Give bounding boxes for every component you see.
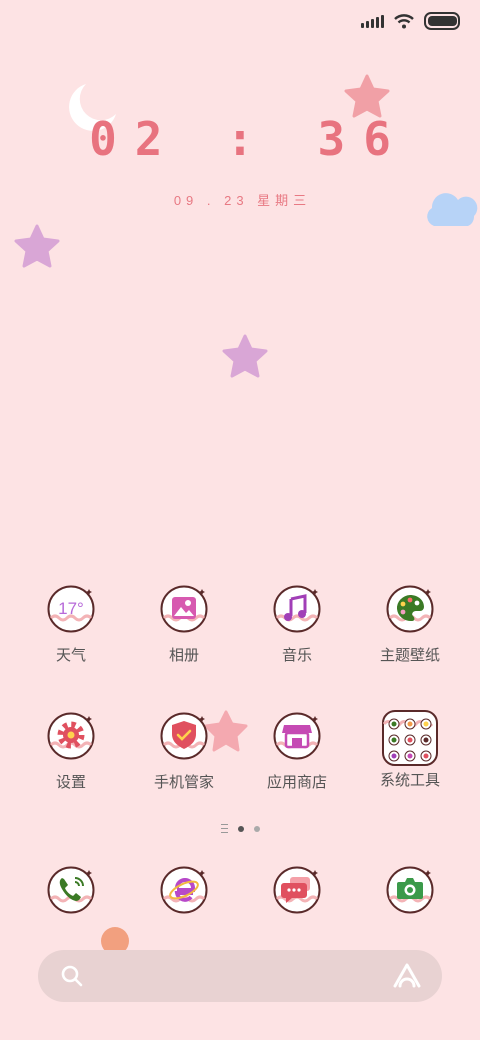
folder-icon — [382, 710, 438, 766]
clock-date: 09 . 23 星期三 — [173, 193, 312, 208]
app-label: 系统工具 — [379, 772, 440, 789]
gallery-icon — [160, 585, 208, 633]
app-drawer-icon[interactable] — [220, 824, 228, 833]
app-label: 主题壁纸 — [379, 647, 440, 664]
battery-icon — [424, 12, 460, 30]
app-settings[interactable]: 设置 — [21, 712, 121, 792]
messages-icon — [273, 866, 321, 914]
dock-phone[interactable] — [21, 866, 121, 914]
star-decoration-lilac-2 — [222, 334, 268, 378]
gear-icon — [47, 712, 95, 760]
app-store[interactable]: 应用商店 — [247, 712, 347, 792]
search-bar[interactable] — [38, 950, 442, 1002]
camera-icon — [386, 866, 434, 914]
app-music[interactable]: 音乐 — [247, 585, 347, 665]
dock-browser[interactable] — [134, 866, 234, 914]
dock-messages[interactable] — [247, 866, 347, 914]
phone-icon — [47, 866, 95, 914]
browser-icon — [160, 866, 208, 914]
app-label: 应用商店 — [266, 774, 327, 791]
app-label: 设置 — [55, 774, 86, 791]
weather-temp: 17° — [58, 599, 84, 618]
status-bar — [361, 10, 460, 32]
page-dot-active[interactable] — [237, 825, 244, 832]
signal-icon — [361, 14, 384, 28]
weather-icon: 17° — [47, 585, 95, 633]
music-icon — [273, 585, 321, 633]
app-label: 音乐 — [281, 647, 312, 664]
store-icon — [273, 712, 321, 760]
app-themes[interactable]: 主题壁纸 — [360, 585, 460, 665]
palette-icon — [386, 585, 434, 633]
page-dot[interactable] — [253, 825, 260, 832]
shield-icon — [160, 712, 208, 760]
app-label: 手机管家 — [153, 774, 214, 791]
dock-camera[interactable] — [360, 866, 460, 914]
wifi-icon — [394, 14, 414, 29]
search-icon[interactable] — [60, 964, 84, 988]
app-system-tools-folder[interactable]: 系统工具 — [360, 710, 460, 790]
app-phone-manager[interactable]: 手机管家 — [134, 712, 234, 792]
assistant-icon[interactable] — [392, 962, 422, 990]
app-gallery[interactable]: 相册 — [134, 585, 234, 665]
app-label: 相册 — [168, 647, 199, 664]
app-label: 天气 — [55, 647, 86, 664]
star-decoration-lilac — [14, 224, 60, 268]
app-weather[interactable]: 17° 天气 — [21, 585, 121, 665]
clock-time: 02 : 36 — [89, 112, 409, 166]
page-indicator[interactable] — [0, 824, 480, 833]
